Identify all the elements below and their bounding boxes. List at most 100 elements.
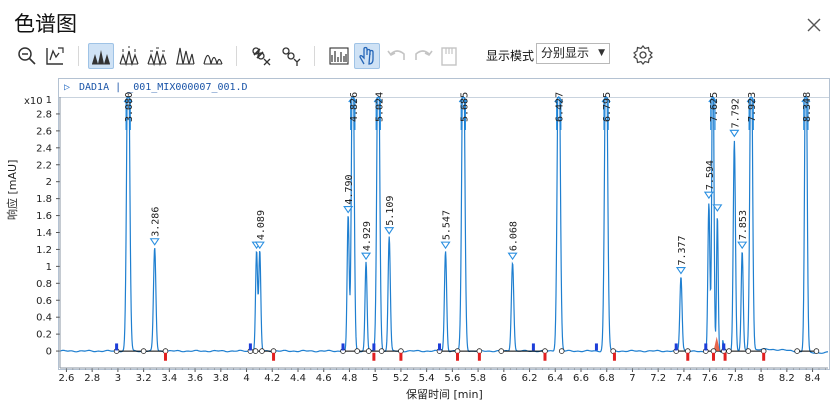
x-tick-label: 5.4 (419, 373, 435, 384)
x-tick-label: 4.6 (316, 373, 332, 384)
peak-start-mark (594, 343, 598, 351)
peak-end-mark (543, 352, 547, 361)
peak-end-mark (762, 352, 766, 361)
peak-end-mark (372, 352, 376, 361)
peak-label: 5.685 (459, 92, 470, 122)
x-tick-label: 6.6 (573, 373, 589, 384)
x-tick-label: 4.2 (264, 373, 280, 384)
baseline-point (558, 348, 565, 354)
peak-start-mark (248, 343, 252, 351)
baseline-point (476, 348, 483, 354)
x-tick-label: 3.8 (213, 373, 229, 384)
peak-end-mark (612, 352, 616, 361)
x-tick-label: 4.4 (290, 373, 306, 384)
x-tick-label: 7.8 (727, 373, 743, 384)
baseline-point (398, 348, 404, 354)
y-tick-label: 1.4 (36, 228, 52, 239)
baseline-point (454, 348, 461, 354)
baseline-point (270, 348, 277, 354)
peak-label: 4.929 (362, 221, 373, 251)
x-tick-label: 6.4 (547, 373, 563, 384)
baseline-point (710, 348, 717, 354)
baseline-point (365, 348, 372, 354)
baseline-point (760, 348, 767, 354)
peak-label: 7.377 (677, 235, 688, 265)
peak-label: 8.348 (802, 92, 813, 122)
baseline-point (162, 348, 169, 354)
x-tick-label: 7.2 (650, 373, 666, 384)
peak-start-mark (372, 343, 376, 351)
peak-apex-marker (149, 238, 160, 246)
x-tick-label: 3.2 (136, 373, 152, 384)
peak-apex-marker (361, 252, 372, 261)
y-tick-label: 0.4 (36, 313, 52, 324)
peak-label: 5.547 (442, 210, 453, 240)
y-tick-label: 0.6 (36, 296, 52, 307)
x-tick-label: 6 (501, 373, 507, 384)
peak-label: 5.109 (385, 196, 396, 226)
baseline-point (745, 348, 752, 354)
peak-apex-marker (729, 129, 740, 138)
peak-end-mark (712, 352, 716, 361)
peak-label: 4.790 (344, 174, 355, 204)
x-tick-label: 4 (243, 373, 249, 384)
peak-label: 4.826 (349, 92, 360, 122)
peak-start-mark (115, 343, 119, 351)
baseline-point (378, 348, 385, 354)
x-tick-label: 5.2 (393, 373, 409, 384)
x-tick-label: 3.4 (161, 373, 177, 384)
baseline-point (813, 348, 820, 354)
x-tick-label: 5.8 (470, 373, 486, 384)
peak-label: 6.795 (602, 92, 613, 122)
peak-apex-marker (507, 252, 518, 261)
peak-label: 5.024 (374, 92, 385, 122)
baseline-point (140, 348, 147, 354)
y-tick-label: 1.2 (36, 245, 52, 256)
x-tick-label: 6.2 (522, 373, 538, 384)
y-tick-label: 2.4 (36, 143, 52, 154)
x-tick-label: 3.6 (187, 373, 203, 384)
x-tick-label: 3 (115, 373, 121, 384)
peak-end-mark (477, 352, 481, 361)
peak-label: 3.286 (151, 207, 162, 237)
x-tick-label: 2.6 (58, 373, 74, 384)
peak-label: 4.089 (256, 210, 267, 240)
baseline-point (726, 348, 732, 354)
peak-label: 7.594 (705, 160, 716, 190)
peak-start-mark (437, 343, 441, 351)
peak-end-mark (456, 352, 460, 361)
peak-apex-marker (675, 266, 686, 275)
baseline-point (259, 348, 265, 354)
peak-label: 7.625 (709, 92, 720, 122)
x-tick-label: 7.6 (702, 373, 718, 384)
y-tick-label: 1.8 (36, 194, 52, 205)
peak-apex-marker (737, 241, 748, 250)
peak-start-mark (531, 343, 535, 351)
baseline-point (252, 348, 259, 354)
peak-label: 3.080 (124, 92, 135, 122)
y-tick-label: 2.2 (36, 160, 52, 171)
y-tick-label: 1.6 (36, 211, 52, 222)
peak-start-mark (722, 343, 726, 351)
peak-end-mark (723, 352, 727, 361)
x-tick-label: 8.4 (805, 373, 821, 384)
baseline-point (498, 348, 505, 354)
peak-start-mark (674, 343, 678, 351)
x-tick-label: 2.8 (84, 373, 100, 384)
peak-end-mark (272, 352, 276, 361)
peak-label: 6.427 (555, 92, 566, 122)
peak-end-mark (399, 352, 403, 361)
x-tick-label: 5.6 (444, 373, 460, 384)
peak-end-mark (163, 352, 167, 361)
chromatogram-plot[interactable]: 0 0.2 0.4 0.6 0.8 1 1.2 1.4 1.6 1.8 2 2.2 2.4 2.6 2.8 1… (0, 0, 838, 407)
x-tick-label: 6.8 (599, 373, 615, 384)
peak-label: 7.923 (747, 92, 758, 122)
y-tick-label: 2.6 (36, 126, 52, 137)
peak-apex-marker (440, 241, 451, 250)
x-tick-label: 8.2 (779, 373, 795, 384)
x-tick-label: 8 (758, 373, 764, 384)
x-tick-label: 5 (372, 373, 378, 384)
peak-end-mark (686, 352, 690, 361)
peak-label: 7.792 (730, 98, 741, 128)
y-tick-label: 0.2 (36, 330, 52, 341)
